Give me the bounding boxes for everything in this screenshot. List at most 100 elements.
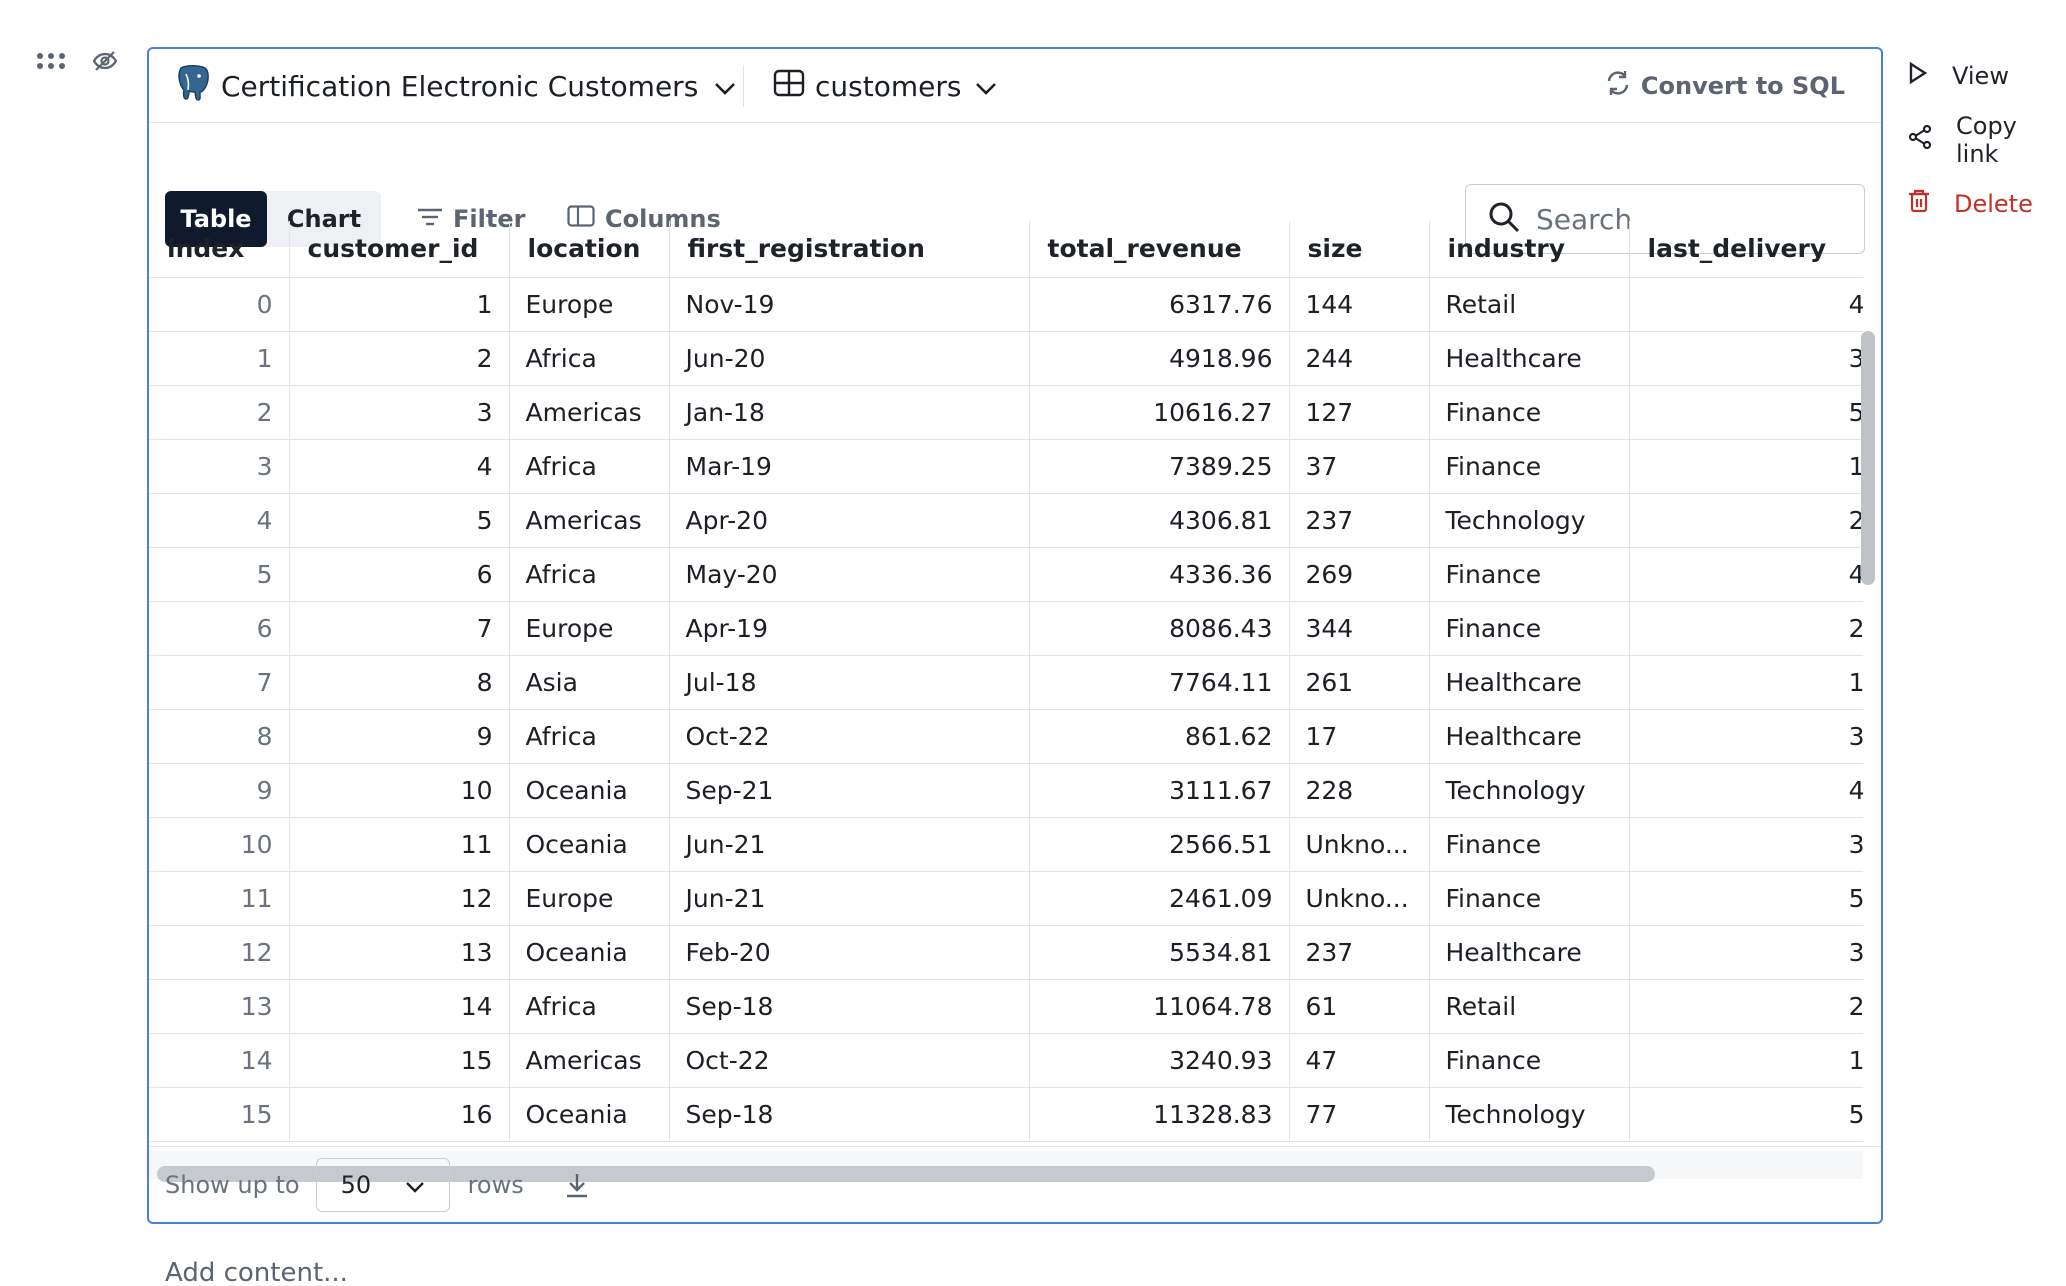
cell-last-delivery[interactable]: 4 <box>1629 547 1863 602</box>
cell-size[interactable]: 77 <box>1289 1087 1430 1142</box>
cell-industry[interactable]: Technology <box>1429 493 1630 548</box>
cell-first-registration[interactable]: Nov-19 <box>669 277 1030 332</box>
rows-count-select[interactable]: 50 <box>315 1157 450 1212</box>
cell-total-revenue[interactable]: 2566.51 <box>1029 817 1290 872</box>
database-selector[interactable]: Certification Electronic Customers <box>175 49 736 123</box>
cell-size[interactable]: 237 <box>1289 493 1430 548</box>
cell-index[interactable]: 11 <box>149 871 290 926</box>
cell-location[interactable]: Europe <box>509 871 670 926</box>
cell-industry[interactable]: Finance <box>1429 439 1630 494</box>
cell-last-delivery[interactable]: 3 <box>1629 709 1863 764</box>
cell-size[interactable]: 344 <box>1289 601 1430 656</box>
add-content-placeholder[interactable]: Add content... <box>165 1258 348 1286</box>
cell-industry[interactable]: Technology <box>1429 763 1630 818</box>
cell-last-delivery[interactable]: 1 <box>1629 439 1863 494</box>
cell-location[interactable]: Africa <box>509 547 670 602</box>
cell-total-revenue[interactable]: 861.62 <box>1029 709 1290 764</box>
column-header-index[interactable]: index <box>149 221 290 278</box>
cell-location[interactable]: Africa <box>509 979 670 1034</box>
cell-industry[interactable]: Retail <box>1429 979 1630 1034</box>
cell-location[interactable]: Oceania <box>509 817 670 872</box>
cell-customer-id[interactable]: 4 <box>289 439 510 494</box>
cell-industry[interactable]: Retail <box>1429 277 1630 332</box>
cell-last-delivery[interactable]: 1 <box>1629 655 1863 710</box>
cell-customer-id[interactable]: 15 <box>289 1033 510 1088</box>
cell-last-delivery[interactable]: 4 <box>1629 763 1863 818</box>
cell-customer-id[interactable]: 8 <box>289 655 510 710</box>
cell-location[interactable]: Americas <box>509 385 670 440</box>
cell-location[interactable]: Africa <box>509 709 670 764</box>
cell-first-registration[interactable]: Jun-20 <box>669 331 1030 386</box>
cell-index[interactable]: 4 <box>149 493 290 548</box>
convert-to-sql-button[interactable]: Convert to SQL <box>1605 49 1845 123</box>
drag-handle-icon[interactable] <box>36 52 66 70</box>
cell-customer-id[interactable]: 9 <box>289 709 510 764</box>
cell-total-revenue[interactable]: 7389.25 <box>1029 439 1290 494</box>
cell-location[interactable]: Americas <box>509 1033 670 1088</box>
column-header-first-registration[interactable]: first_registration <box>669 221 1030 278</box>
cell-total-revenue[interactable]: 8086.43 <box>1029 601 1290 656</box>
cell-location[interactable]: Asia <box>509 655 670 710</box>
cell-last-delivery[interactable]: 2 <box>1629 601 1863 656</box>
cell-industry[interactable]: Finance <box>1429 871 1630 926</box>
cell-total-revenue[interactable]: 3111.67 <box>1029 763 1290 818</box>
column-header-size[interactable]: size <box>1289 221 1430 278</box>
cell-customer-id[interactable]: 1 <box>289 277 510 332</box>
cell-last-delivery[interactable]: 3 <box>1629 331 1863 386</box>
cell-last-delivery[interactable]: 2 <box>1629 979 1863 1034</box>
cell-index[interactable]: 1 <box>149 331 290 386</box>
cell-first-registration[interactable]: May-20 <box>669 547 1030 602</box>
cell-size[interactable]: 17 <box>1289 709 1430 764</box>
cell-total-revenue[interactable]: 11064.78 <box>1029 979 1290 1034</box>
cell-index[interactable]: 13 <box>149 979 290 1034</box>
cell-last-delivery[interactable]: 5 <box>1629 385 1863 440</box>
cell-first-registration[interactable]: Jul-18 <box>669 655 1030 710</box>
cell-index[interactable]: 8 <box>149 709 290 764</box>
column-header-customer-id[interactable]: customer_id <box>289 221 510 278</box>
cell-index[interactable]: 9 <box>149 763 290 818</box>
cell-total-revenue[interactable]: 7764.11 <box>1029 655 1290 710</box>
cell-index[interactable]: 14 <box>149 1033 290 1088</box>
cell-size[interactable]: 244 <box>1289 331 1430 386</box>
cell-size[interactable]: 47 <box>1289 1033 1430 1088</box>
cell-first-registration[interactable]: Jun-21 <box>669 871 1030 926</box>
cell-total-revenue[interactable]: 2461.09 <box>1029 871 1290 926</box>
cell-first-registration[interactable]: Jun-21 <box>669 817 1030 872</box>
cell-industry[interactable]: Healthcare <box>1429 331 1630 386</box>
cell-first-registration[interactable]: Apr-20 <box>669 493 1030 548</box>
cell-first-registration[interactable]: Oct-22 <box>669 1033 1030 1088</box>
cell-index[interactable]: 12 <box>149 925 290 980</box>
cell-customer-id[interactable]: 7 <box>289 601 510 656</box>
cell-industry[interactable]: Finance <box>1429 547 1630 602</box>
cell-size[interactable]: 144 <box>1289 277 1430 332</box>
cell-index[interactable]: 5 <box>149 547 290 602</box>
column-header-industry[interactable]: industry <box>1429 221 1630 278</box>
cell-last-delivery[interactable]: 4 <box>1629 277 1863 332</box>
cell-location[interactable]: Europe <box>509 601 670 656</box>
cell-size[interactable]: Unkno... <box>1289 817 1430 872</box>
cell-size[interactable]: 269 <box>1289 547 1430 602</box>
cell-customer-id[interactable]: 14 <box>289 979 510 1034</box>
copy-link-button[interactable]: Copy link <box>1908 112 2066 168</box>
cell-first-registration[interactable]: Mar-19 <box>669 439 1030 494</box>
cell-location[interactable]: Americas <box>509 493 670 548</box>
cell-location[interactable]: Oceania <box>509 925 670 980</box>
cell-industry[interactable]: Healthcare <box>1429 709 1630 764</box>
cell-location[interactable]: Africa <box>509 331 670 386</box>
cell-location[interactable]: Africa <box>509 439 670 494</box>
cell-total-revenue[interactable]: 5534.81 <box>1029 925 1290 980</box>
cell-index[interactable]: 7 <box>149 655 290 710</box>
cell-first-registration[interactable]: Apr-19 <box>669 601 1030 656</box>
cell-customer-id[interactable]: 6 <box>289 547 510 602</box>
cell-customer-id[interactable]: 5 <box>289 493 510 548</box>
cell-total-revenue[interactable]: 4306.81 <box>1029 493 1290 548</box>
cell-last-delivery[interactable]: 2 <box>1629 493 1863 548</box>
column-header-last-delivery[interactable]: last_delivery <box>1629 221 1863 278</box>
cell-last-delivery[interactable]: 5 <box>1629 1087 1863 1142</box>
cell-last-delivery[interactable]: 3 <box>1629 925 1863 980</box>
cell-total-revenue[interactable]: 6317.76 <box>1029 277 1290 332</box>
hide-eye-slash-icon[interactable] <box>92 50 118 72</box>
column-header-total-revenue[interactable]: total_revenue <box>1029 221 1290 278</box>
cell-first-registration[interactable]: Sep-18 <box>669 979 1030 1034</box>
view-button[interactable]: View <box>1908 56 2066 96</box>
